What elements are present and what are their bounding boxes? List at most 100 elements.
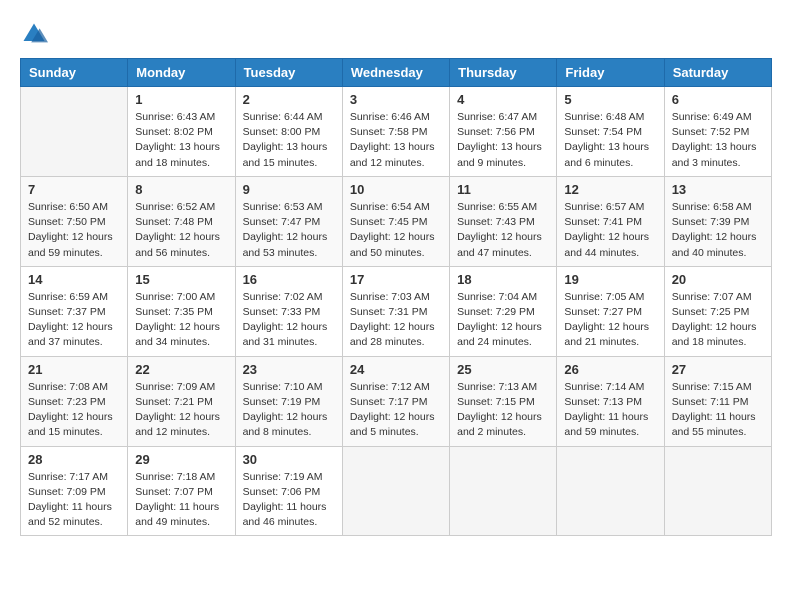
day-info: Sunrise: 6:59 AM Sunset: 7:37 PM Dayligh… (28, 290, 120, 351)
day-info: Sunrise: 6:46 AM Sunset: 7:58 PM Dayligh… (350, 110, 442, 171)
calendar-cell: 4 Sunrise: 6:47 AM Sunset: 7:56 PM Daylig… (450, 87, 557, 177)
calendar-header-row: SundayMondayTuesdayWednesdayThursdayFrid… (21, 59, 772, 87)
calendar-cell: 21 Sunrise: 7:08 AM Sunset: 7:23 PM Dayli… (21, 356, 128, 446)
calendar-cell (450, 446, 557, 536)
day-info: Sunrise: 7:03 AM Sunset: 7:31 PM Dayligh… (350, 290, 442, 351)
calendar-cell: 17 Sunrise: 7:03 AM Sunset: 7:31 PM Dayli… (342, 266, 449, 356)
day-info: Sunrise: 7:05 AM Sunset: 7:27 PM Dayligh… (564, 290, 656, 351)
day-info: Sunrise: 7:00 AM Sunset: 7:35 PM Dayligh… (135, 290, 227, 351)
day-number: 22 (135, 362, 227, 377)
calendar-cell (342, 446, 449, 536)
calendar-cell (557, 446, 664, 536)
day-number: 3 (350, 92, 442, 107)
logo-icon (20, 20, 48, 48)
day-number: 8 (135, 182, 227, 197)
day-info: Sunrise: 7:02 AM Sunset: 7:33 PM Dayligh… (243, 290, 335, 351)
day-number: 27 (672, 362, 764, 377)
calendar-week-1: 1Sunrise: 6:43 AM Sunset: 8:02 PM Daylig… (21, 87, 772, 177)
calendar-cell: 20Sunrise: 7:07 AM Sunset: 7:25 PM Dayli… (664, 266, 771, 356)
day-info: Sunrise: 6:57 AM Sunset: 7:41 PM Dayligh… (564, 200, 656, 261)
day-info: Sunrise: 7:15 AM Sunset: 7:11 PM Dayligh… (672, 380, 764, 441)
day-number: 6 (672, 92, 764, 107)
day-number: 13 (672, 182, 764, 197)
calendar-cell: 6 Sunrise: 6:49 AM Sunset: 7:52 PM Daylig… (664, 87, 771, 177)
calendar-cell: 2 Sunrise: 6:44 AM Sunset: 8:00 PM Daylig… (235, 87, 342, 177)
day-number: 24 (350, 362, 442, 377)
day-number: 15 (135, 272, 227, 287)
calendar-cell: 11 Sunrise: 6:55 AM Sunset: 7:43 PM Dayli… (450, 176, 557, 266)
calendar-cell: 1Sunrise: 6:43 AM Sunset: 8:02 PM Daylig… (128, 87, 235, 177)
day-info: Sunrise: 6:44 AM Sunset: 8:00 PM Dayligh… (243, 110, 335, 171)
day-info: Sunrise: 7:19 AM Sunset: 7:06 PM Dayligh… (243, 470, 335, 531)
calendar-week-5: 28Sunrise: 7:17 AM Sunset: 7:09 PM Dayli… (21, 446, 772, 536)
day-info: Sunrise: 7:12 AM Sunset: 7:17 PM Dayligh… (350, 380, 442, 441)
day-number: 11 (457, 182, 549, 197)
calendar-cell: 22 Sunrise: 7:09 AM Sunset: 7:21 PM Dayli… (128, 356, 235, 446)
day-number: 7 (28, 182, 120, 197)
day-header-tuesday: Tuesday (235, 59, 342, 87)
calendar-cell: 18 Sunrise: 7:04 AM Sunset: 7:29 PM Dayli… (450, 266, 557, 356)
calendar-cell: 25 Sunrise: 7:13 AM Sunset: 7:15 PM Dayli… (450, 356, 557, 446)
day-info: Sunrise: 6:43 AM Sunset: 8:02 PM Dayligh… (135, 110, 227, 171)
day-info: Sunrise: 6:53 AM Sunset: 7:47 PM Dayligh… (243, 200, 335, 261)
day-info: Sunrise: 6:54 AM Sunset: 7:45 PM Dayligh… (350, 200, 442, 261)
calendar-cell: 3 Sunrise: 6:46 AM Sunset: 7:58 PM Daylig… (342, 87, 449, 177)
day-number: 9 (243, 182, 335, 197)
day-info: Sunrise: 7:13 AM Sunset: 7:15 PM Dayligh… (457, 380, 549, 441)
logo (20, 20, 52, 48)
day-info: Sunrise: 7:10 AM Sunset: 7:19 PM Dayligh… (243, 380, 335, 441)
day-info: Sunrise: 6:47 AM Sunset: 7:56 PM Dayligh… (457, 110, 549, 171)
day-info: Sunrise: 6:55 AM Sunset: 7:43 PM Dayligh… (457, 200, 549, 261)
calendar-cell (21, 87, 128, 177)
day-number: 17 (350, 272, 442, 287)
calendar-cell: 13 Sunrise: 6:58 AM Sunset: 7:39 PM Dayli… (664, 176, 771, 266)
calendar-cell: 28Sunrise: 7:17 AM Sunset: 7:09 PM Dayli… (21, 446, 128, 536)
calendar-cell: 16Sunrise: 7:02 AM Sunset: 7:33 PM Dayli… (235, 266, 342, 356)
day-info: Sunrise: 7:18 AM Sunset: 7:07 PM Dayligh… (135, 470, 227, 531)
day-number: 19 (564, 272, 656, 287)
day-info: Sunrise: 6:49 AM Sunset: 7:52 PM Dayligh… (672, 110, 764, 171)
calendar-cell: 15 Sunrise: 7:00 AM Sunset: 7:35 PM Dayli… (128, 266, 235, 356)
calendar-cell: 8 Sunrise: 6:52 AM Sunset: 7:48 PM Daylig… (128, 176, 235, 266)
calendar-week-3: 14Sunrise: 6:59 AM Sunset: 7:37 PM Dayli… (21, 266, 772, 356)
calendar-week-4: 21 Sunrise: 7:08 AM Sunset: 7:23 PM Dayli… (21, 356, 772, 446)
day-info: Sunrise: 7:08 AM Sunset: 7:23 PM Dayligh… (28, 380, 120, 441)
page-header (20, 20, 772, 48)
calendar-cell: 24 Sunrise: 7:12 AM Sunset: 7:17 PM Dayli… (342, 356, 449, 446)
day-number: 30 (243, 452, 335, 467)
calendar-cell: 10Sunrise: 6:54 AM Sunset: 7:45 PM Dayli… (342, 176, 449, 266)
day-header-thursday: Thursday (450, 59, 557, 87)
day-header-friday: Friday (557, 59, 664, 87)
calendar-cell: 29 Sunrise: 7:18 AM Sunset: 7:07 PM Dayli… (128, 446, 235, 536)
calendar-cell: 5 Sunrise: 6:48 AM Sunset: 7:54 PM Daylig… (557, 87, 664, 177)
day-number: 28 (28, 452, 120, 467)
day-number: 23 (243, 362, 335, 377)
calendar-cell: 12 Sunrise: 6:57 AM Sunset: 7:41 PM Dayli… (557, 176, 664, 266)
day-info: Sunrise: 6:52 AM Sunset: 7:48 PM Dayligh… (135, 200, 227, 261)
day-number: 4 (457, 92, 549, 107)
day-info: Sunrise: 7:14 AM Sunset: 7:13 PM Dayligh… (564, 380, 656, 441)
day-number: 2 (243, 92, 335, 107)
calendar-cell: 7 Sunrise: 6:50 AM Sunset: 7:50 PM Daylig… (21, 176, 128, 266)
day-number: 5 (564, 92, 656, 107)
calendar-cell: 27 Sunrise: 7:15 AM Sunset: 7:11 PM Dayli… (664, 356, 771, 446)
calendar-cell: 30 Sunrise: 7:19 AM Sunset: 7:06 PM Dayli… (235, 446, 342, 536)
calendar-cell: 9 Sunrise: 6:53 AM Sunset: 7:47 PM Daylig… (235, 176, 342, 266)
day-info: Sunrise: 7:04 AM Sunset: 7:29 PM Dayligh… (457, 290, 549, 351)
day-info: Sunrise: 7:07 AM Sunset: 7:25 PM Dayligh… (672, 290, 764, 351)
day-header-wednesday: Wednesday (342, 59, 449, 87)
calendar: SundayMondayTuesdayWednesdayThursdayFrid… (20, 58, 772, 536)
day-number: 18 (457, 272, 549, 287)
day-info: Sunrise: 7:09 AM Sunset: 7:21 PM Dayligh… (135, 380, 227, 441)
day-number: 26 (564, 362, 656, 377)
day-header-saturday: Saturday (664, 59, 771, 87)
day-number: 12 (564, 182, 656, 197)
calendar-cell: 19 Sunrise: 7:05 AM Sunset: 7:27 PM Dayli… (557, 266, 664, 356)
day-info: Sunrise: 6:58 AM Sunset: 7:39 PM Dayligh… (672, 200, 764, 261)
day-info: Sunrise: 6:48 AM Sunset: 7:54 PM Dayligh… (564, 110, 656, 171)
calendar-cell: 14Sunrise: 6:59 AM Sunset: 7:37 PM Dayli… (21, 266, 128, 356)
day-number: 29 (135, 452, 227, 467)
day-info: Sunrise: 6:50 AM Sunset: 7:50 PM Dayligh… (28, 200, 120, 261)
day-number: 21 (28, 362, 120, 377)
day-number: 25 (457, 362, 549, 377)
